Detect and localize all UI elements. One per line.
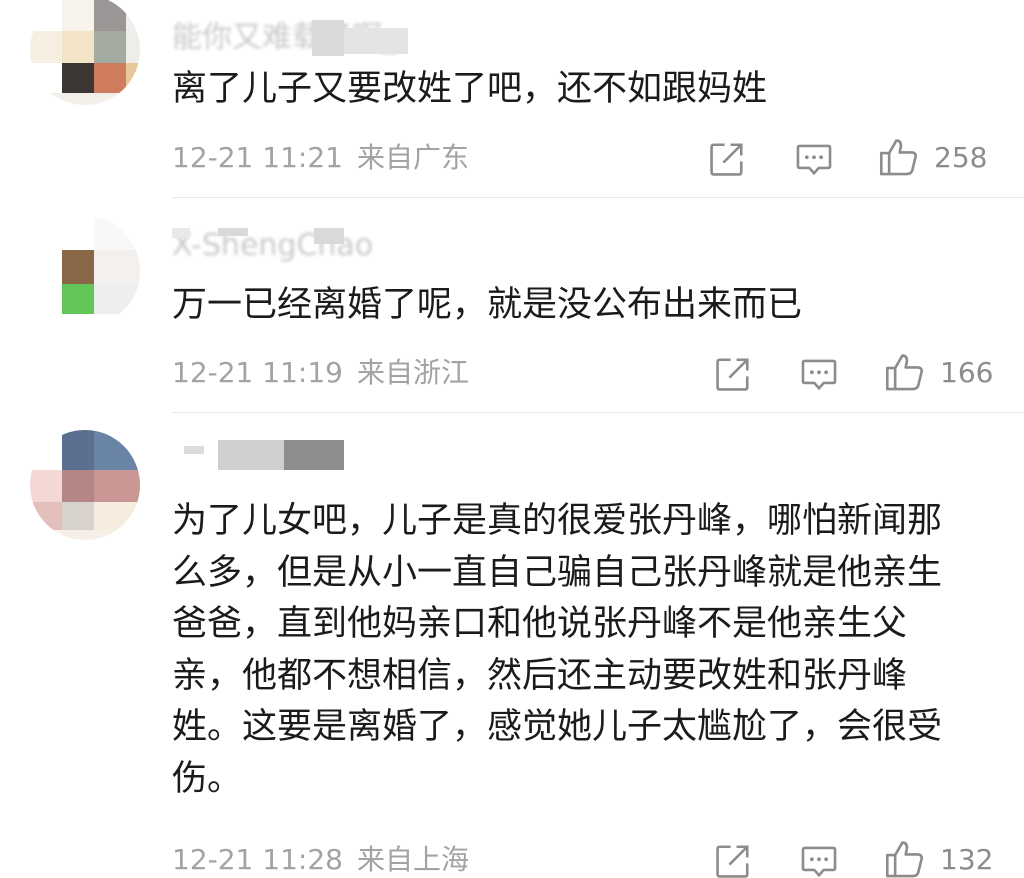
avatar[interactable]	[30, 430, 140, 540]
comment-text: 为了儿女吧，儿子是真的很爱张丹峰，哪怕新闻那么多，但是从小一直自己骗自己张丹峰就…	[172, 501, 943, 799]
redaction-block	[172, 228, 190, 238]
username[interactable]	[172, 440, 372, 476]
like-count: 132	[940, 843, 994, 876]
share-icon[interactable]	[708, 140, 746, 178]
comment-meta: 12-21 11:19 来自浙江	[172, 356, 469, 390]
comment-meta: 12-21 11:21 来自广东	[172, 141, 469, 175]
username[interactable]: X-ShengChao	[172, 228, 412, 264]
comment-icon[interactable]	[795, 140, 833, 178]
share-icon[interactable]	[714, 355, 752, 393]
comment-meta: 12-21 11:28 来自上海	[172, 843, 469, 877]
avatar[interactable]	[30, 216, 140, 326]
timestamp: 12-21 11:21	[172, 141, 343, 174]
divider	[172, 412, 1024, 413]
comment-list: 能你又难载了啊_ 离了儿子又要改姓了吧，还不如跟妈姓 12-21 11:21 来自…	[0, 0, 1024, 878]
timestamp: 12-21 11:19	[172, 356, 343, 389]
comment-icon[interactable]	[800, 842, 838, 878]
location: 来自浙江	[356, 356, 469, 389]
share-icon[interactable]	[714, 842, 752, 878]
like-count: 258	[934, 141, 988, 174]
like-count: 166	[940, 356, 994, 389]
redaction-block	[312, 20, 344, 56]
comment-icon[interactable]	[800, 355, 838, 393]
redaction-block	[218, 440, 284, 470]
timestamp: 12-21 11:28	[172, 843, 343, 876]
redaction-block	[218, 228, 248, 236]
thumbs-up-icon[interactable]	[884, 351, 926, 393]
thumbs-up-icon[interactable]	[884, 838, 926, 878]
location: 来自上海	[356, 843, 469, 876]
redaction-block	[184, 446, 204, 454]
redaction-block	[284, 440, 344, 470]
redaction-block	[314, 228, 344, 244]
redaction-block	[344, 28, 408, 54]
comment-text: 万一已经离婚了呢，就是没公布出来而已	[172, 285, 803, 325]
comment-text: 离了儿子又要改姓了吧，还不如跟妈姓	[172, 69, 768, 109]
thumbs-up-icon[interactable]	[878, 136, 920, 178]
avatar[interactable]	[30, 0, 140, 105]
divider	[172, 197, 1024, 198]
location: 来自广东	[356, 141, 469, 174]
username[interactable]: 能你又难载了啊_	[172, 20, 452, 56]
